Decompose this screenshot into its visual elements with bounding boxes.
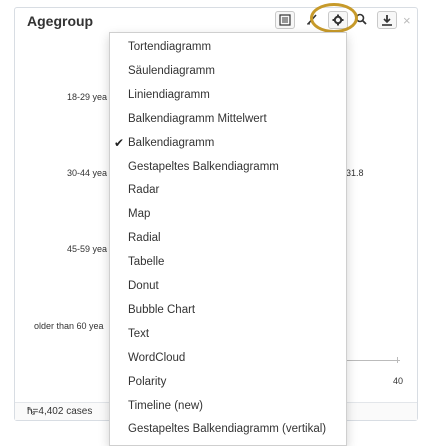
chart-type-menu-item[interactable]: Donut [110, 275, 346, 297]
menu-item-label: Timeline (new) [128, 399, 203, 412]
category-label: older than 60 yea [34, 321, 104, 331]
chart-type-menu-item[interactable]: Timeline (new) [110, 395, 346, 417]
category-label: 30-44 yea [67, 168, 108, 178]
x-axis-tick [397, 357, 398, 363]
menu-item-label: Säulendiagramm [128, 64, 215, 77]
chart-type-menu-item[interactable]: Gestapeltes Balkendiagramm (vertikal) [110, 418, 346, 440]
download-button[interactable] [377, 11, 397, 29]
table-view-button[interactable] [275, 11, 295, 29]
menu-item-label: Tortendiagramm [128, 41, 212, 53]
chart-type-menu-item[interactable]: Radial [110, 227, 346, 249]
chart-type-menu-item[interactable]: Balkendiagramm Mittelwert [110, 108, 346, 130]
chart-type-menu-item[interactable]: Liniendiagramm [110, 84, 346, 106]
chart-type-menu-item[interactable]: Tortendiagramm [110, 36, 346, 58]
menu-item-label: Donut [128, 280, 159, 292]
category-label: 18-29 yea [67, 92, 108, 102]
menu-item-label: Bubble Chart [128, 303, 196, 316]
menu-item-label: WordCloud [128, 351, 186, 364]
settings-highlight-circle [310, 3, 358, 33]
menu-item-label: Liniendiagramm [128, 88, 210, 101]
chart-type-menu-item[interactable]: Radar [110, 179, 346, 201]
chart-type-menu-item[interactable]: WordCloud [110, 347, 346, 369]
menu-item-label: Text [128, 327, 150, 340]
menu-item-label: Gestapeltes Balkendiagramm (vertikal) [128, 423, 327, 436]
download-icon [382, 15, 392, 26]
menu-item-label: Polarity [128, 375, 167, 388]
chart-type-menu-item[interactable]: Polarity [110, 371, 346, 393]
chart-type-menu-item[interactable]: Bubble Chart [110, 299, 346, 321]
chart-type-menu-item[interactable]: Tabelle [110, 251, 346, 273]
category-label: 45-59 yea [67, 244, 108, 254]
menu-item-label: Map [128, 208, 151, 221]
menu-item-label: Balkendiagramm Mittelwert [128, 112, 267, 125]
menu-item-label: Radar [128, 184, 160, 197]
menu-item-label: Gestapeltes Balkendiagramm [128, 160, 279, 173]
menu-item-label: Radial [128, 232, 161, 245]
chart-type-menu-item[interactable]: Map [110, 203, 346, 225]
x-axis-line [345, 360, 400, 361]
chart-type-menu-item[interactable]: Gestapeltes Balkendiagramm [110, 156, 346, 178]
bar-value-label: 31.8 [346, 168, 364, 178]
chart-type-menu-item[interactable]: Text [110, 323, 346, 345]
close-icon[interactable]: × [403, 13, 411, 28]
checkmark-icon: ✔ [114, 135, 125, 150]
panel-title: Agegroup [27, 13, 94, 29]
menu-item-label: Balkendiagramm [128, 136, 215, 149]
x-tick-label: 40 [393, 376, 404, 386]
chart-type-menu-item[interactable]: ✔ Balkendiagramm [110, 132, 346, 154]
chart-type-menu-item[interactable]: Säulendiagramm [110, 60, 346, 82]
list-icon [279, 14, 291, 26]
menu-item-label: Tabelle [128, 256, 165, 269]
chart-type-menu: Tortendiagramm Säulendiagramm Liniendiagra… [109, 32, 347, 446]
